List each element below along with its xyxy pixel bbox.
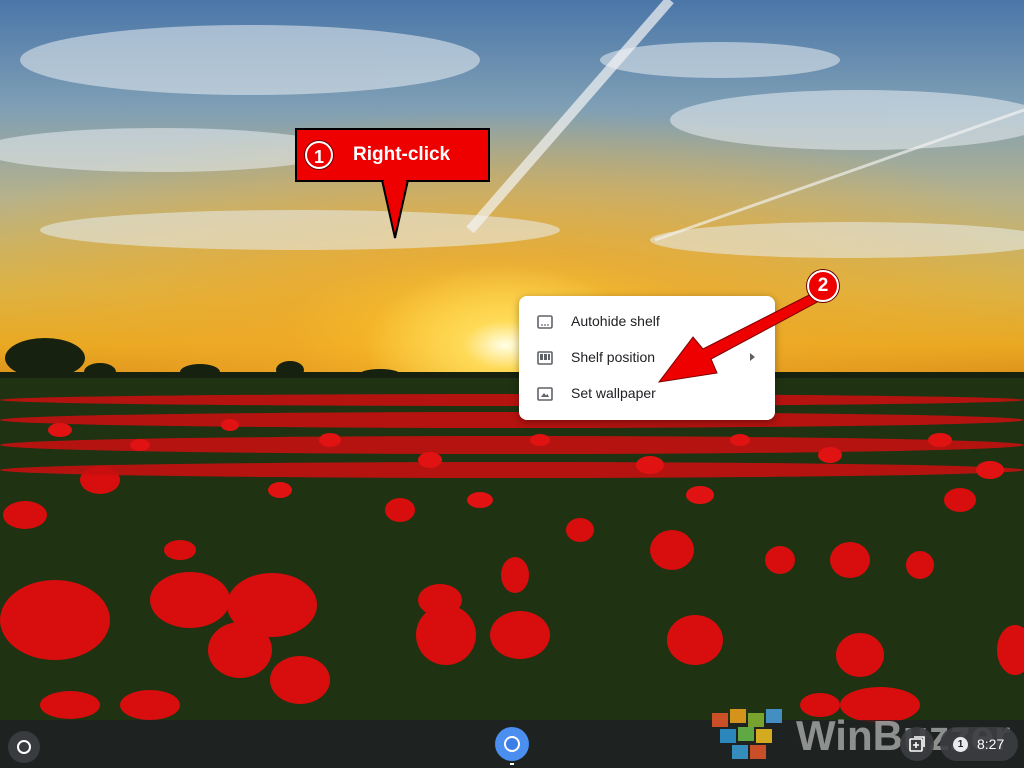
screen-capture-icon <box>909 736 925 752</box>
menu-item-label: Shelf position <box>571 349 656 365</box>
annotation-arrow <box>657 290 824 383</box>
app-running-indicator <box>510 763 514 765</box>
notification-count-badge: 1 <box>953 737 968 752</box>
menu-item-label: Set wallpaper <box>571 385 656 401</box>
status-area[interactable]: 1 8:27 <box>940 727 1018 761</box>
launcher-circle-icon <box>17 740 31 754</box>
desktop-wallpaper[interactable] <box>0 0 1024 768</box>
autohide-shelf-icon <box>537 315 553 329</box>
screen-capture-button[interactable] <box>900 727 934 761</box>
callout-pointer <box>380 180 410 239</box>
chrome-icon <box>504 736 520 752</box>
menu-item-label: Autohide shelf <box>571 313 660 329</box>
wallpaper-icon <box>537 387 553 401</box>
shelf-position-icon <box>537 351 553 365</box>
launcher-button[interactable] <box>8 731 40 763</box>
callout-label: Right-click <box>353 144 451 165</box>
step-number-badge: 1 <box>305 141 333 169</box>
step-number-badge: 2 <box>807 270 839 302</box>
annotation-callout-right-click: 1 Right-click <box>295 128 490 182</box>
winbuzzer-logo-icon <box>712 709 782 759</box>
chrome-app-button[interactable] <box>495 727 529 761</box>
wallpaper-scenery <box>0 0 1024 723</box>
clock: 8:27 <box>977 736 1005 752</box>
